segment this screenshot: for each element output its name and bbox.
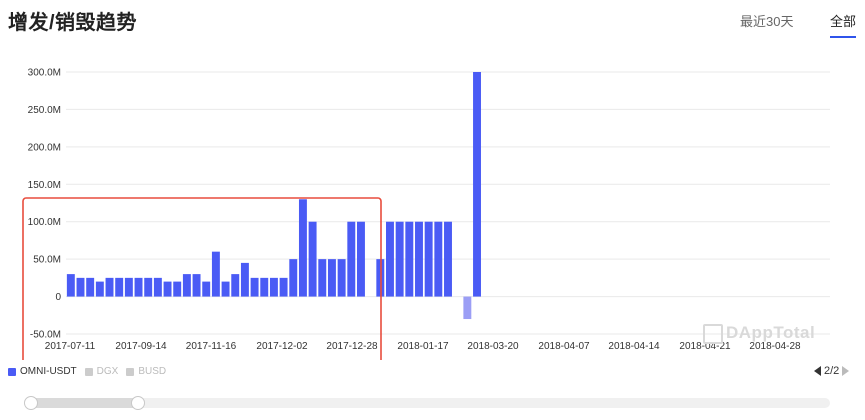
bar[interactable] xyxy=(124,277,133,297)
legend-swatch xyxy=(126,367,135,376)
x-tick-label: 2017-07-11 xyxy=(45,341,96,352)
x-tick-label: 2017-11-16 xyxy=(186,341,237,352)
pager-text: 2/2 xyxy=(824,365,840,377)
bar[interactable] xyxy=(66,274,75,297)
y-tick-label: 200.0M xyxy=(28,142,61,153)
bar[interactable] xyxy=(105,277,114,297)
bar[interactable] xyxy=(192,274,201,297)
x-tick-label: 2017-12-28 xyxy=(326,341,378,352)
legend-label: DGX xyxy=(96,366,119,377)
bar[interactable] xyxy=(240,262,249,297)
bar[interactable] xyxy=(327,259,336,297)
bar[interactable] xyxy=(144,277,153,297)
bar[interactable] xyxy=(269,277,278,297)
pager-next-icon[interactable] xyxy=(842,366,850,376)
bar[interactable] xyxy=(473,72,481,297)
bar[interactable] xyxy=(115,277,124,297)
dapptotal-logo-icon xyxy=(703,323,723,344)
x-tick-label: 2018-04-07 xyxy=(538,341,590,352)
pager-prev-icon[interactable] xyxy=(814,366,821,376)
bar[interactable] xyxy=(386,221,394,297)
bar[interactable] xyxy=(318,259,327,297)
bar[interactable] xyxy=(221,281,230,297)
y-tick-label: -50.0M xyxy=(30,330,61,341)
range-slider-track[interactable] xyxy=(28,398,830,408)
bar[interactable] xyxy=(231,274,240,297)
range-slider-selection[interactable] xyxy=(28,398,138,408)
bar[interactable] xyxy=(308,221,317,297)
bar[interactable] xyxy=(444,221,452,297)
bar[interactable] xyxy=(202,281,211,297)
legend-pager: 2/2 xyxy=(814,365,850,377)
mint-burn-chart: 300.0M 250.0M 200.0M 150.0M 100.0M 50.0M 0 -50.… xyxy=(22,68,830,360)
y-tick-label: 300.0M xyxy=(28,68,61,79)
x-axis-ticks: 2017-07-11 2017-09-14 2017-11-16 2017-12-02… xyxy=(45,341,801,352)
bar[interactable] xyxy=(463,296,472,320)
y-tick-label: 150.0M xyxy=(28,180,61,191)
y-axis-ticks: 300.0M 250.0M 200.0M 150.0M 100.0M 50.0M 0 -50.… xyxy=(28,68,62,341)
bar[interactable] xyxy=(405,221,414,297)
bar[interactable] xyxy=(424,221,433,297)
bar[interactable] xyxy=(95,281,104,297)
legend-label: OMNI-USDT xyxy=(20,366,77,377)
bar[interactable] xyxy=(337,259,346,297)
legend-item[interactable]: OMNI-USDT xyxy=(8,366,77,377)
legend-label: BUSD xyxy=(138,366,167,377)
bar[interactable] xyxy=(173,281,182,297)
bar[interactable] xyxy=(134,277,143,297)
bar[interactable] xyxy=(279,277,288,297)
bar[interactable] xyxy=(260,277,269,297)
y-tick-label: 250.0M xyxy=(28,105,61,116)
bar[interactable] xyxy=(298,199,307,297)
bar[interactable] xyxy=(182,274,191,297)
bar[interactable] xyxy=(153,277,162,297)
legend: OMNI-USDT DGX BUSD xyxy=(8,366,166,377)
bar[interactable] xyxy=(86,277,95,297)
range-slider-handle-start[interactable] xyxy=(24,396,38,410)
y-tick-label: 50.0M xyxy=(33,255,61,266)
x-tick-label: 2018-04-14 xyxy=(608,341,660,352)
x-tick-label: 2018-03-20 xyxy=(467,341,519,352)
x-tick-label: 2017-12-02 xyxy=(256,341,308,352)
x-tick-label: 2017-09-14 xyxy=(115,341,167,352)
bar[interactable] xyxy=(357,221,365,297)
bar[interactable] xyxy=(395,221,404,297)
bar[interactable] xyxy=(347,221,356,297)
legend-item[interactable]: DGX xyxy=(84,366,119,377)
y-tick-label: 100.0M xyxy=(28,217,61,228)
legend-swatch xyxy=(84,367,93,376)
watermark: DAppTotal xyxy=(703,323,815,344)
legend-item[interactable]: BUSD xyxy=(126,366,166,377)
bar[interactable] xyxy=(415,221,423,297)
bar[interactable] xyxy=(211,251,220,297)
range-slider-handle-end[interactable] xyxy=(131,396,145,410)
bar[interactable] xyxy=(76,277,85,297)
bar[interactable] xyxy=(250,277,259,297)
legend-swatch xyxy=(8,367,16,376)
y-tick-label: 0 xyxy=(55,292,61,303)
bar[interactable] xyxy=(163,281,172,297)
bar[interactable] xyxy=(434,221,443,297)
bar[interactable] xyxy=(289,259,298,297)
x-tick-label: 2018-01-17 xyxy=(397,341,449,352)
